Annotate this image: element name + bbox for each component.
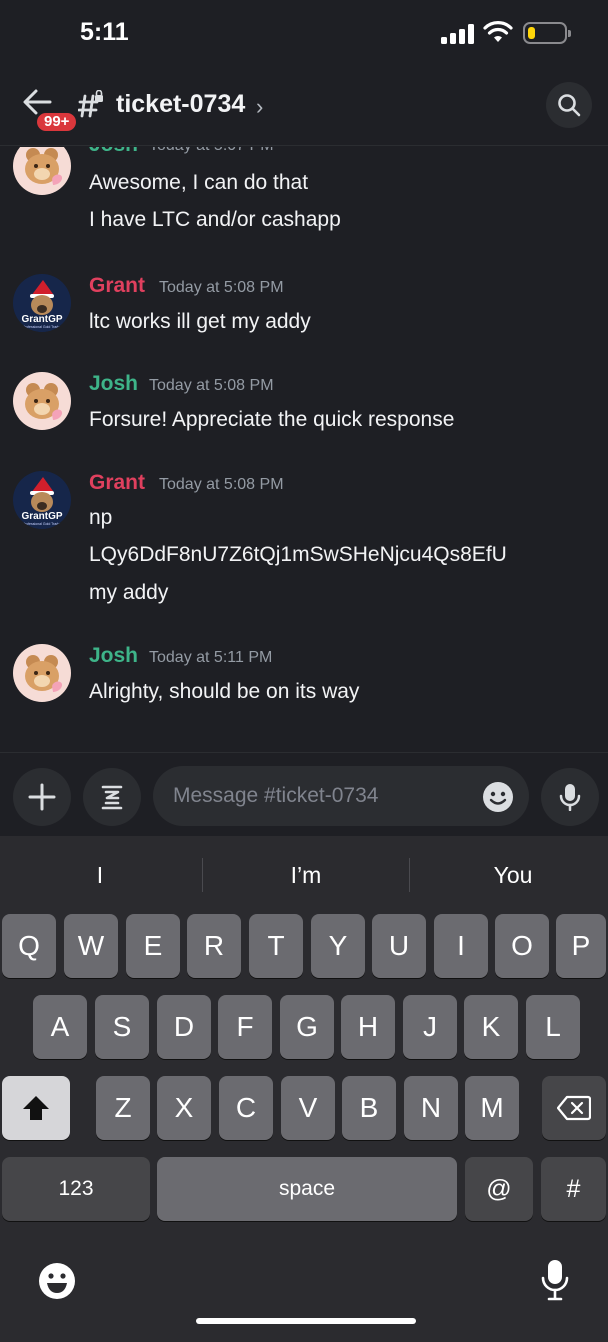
key-u[interactable]: U [372, 914, 426, 978]
grant-logo-text: GrantGP [21, 511, 62, 522]
message-timestamp: Today at 5:08 PM [149, 377, 274, 394]
message-timestamp: Today at 5:11 PM [149, 649, 273, 666]
message-input[interactable]: Message #ticket-0734 [153, 766, 529, 826]
suggestion-3[interactable]: You [413, 856, 608, 894]
key-y[interactable]: Y [311, 914, 365, 978]
key-a[interactable]: A [33, 995, 87, 1059]
status-time: 5:11 [80, 18, 129, 46]
suggestion-2[interactable]: I’m [206, 856, 406, 894]
bear-avatar-image [25, 148, 63, 185]
key-h[interactable]: H [341, 995, 395, 1059]
message-author[interactable]: Josh [89, 644, 138, 668]
avatar[interactable] [13, 644, 71, 702]
channel-header: 99+ ticket-0734 › [0, 70, 608, 146]
emoji-icon[interactable] [482, 781, 514, 813]
key-l[interactable]: L [526, 995, 580, 1059]
key-r[interactable]: R [187, 914, 241, 978]
message-text: Alrighty, should be on its way [89, 680, 360, 703]
message-text: Awesome, I can do that [89, 171, 309, 194]
shift-arrow-icon [23, 1096, 49, 1120]
keyboard-emoji-icon[interactable] [38, 1262, 76, 1300]
suggestion-1[interactable]: I [0, 856, 200, 894]
mic-icon [559, 784, 581, 811]
message-author[interactable]: Grant [89, 471, 145, 495]
message-text: np [89, 506, 113, 529]
key-v[interactable]: V [281, 1076, 335, 1140]
grant-avatar-image: GrantGP Professional Gold Trader [13, 471, 71, 529]
backspace-icon [556, 1095, 592, 1121]
wifi-icon [483, 21, 513, 42]
key-z[interactable]: Z [96, 1076, 150, 1140]
key-o[interactable]: O [495, 914, 549, 978]
search-icon [558, 94, 581, 117]
at-key[interactable]: @ [465, 1157, 533, 1221]
grant-logo-subtext: Professional Gold Trader [23, 325, 63, 329]
grant-logo-text: GrantGP [21, 314, 62, 325]
bear-avatar-image [25, 655, 63, 692]
key-s[interactable]: S [95, 995, 149, 1059]
avatar[interactable]: GrantGP Professional Gold Trader [13, 471, 71, 529]
unread-badge: 99+ [34, 110, 80, 134]
key-t[interactable]: T [249, 914, 303, 978]
key-w[interactable]: W [64, 914, 118, 978]
hash-key[interactable]: # [541, 1157, 606, 1221]
delete-key[interactable] [542, 1076, 606, 1140]
avatar[interactable]: GrantGP Professional Gold Trader [13, 274, 71, 332]
key-b[interactable]: B [342, 1076, 396, 1140]
key-p[interactable]: P [556, 914, 606, 978]
apps-icon [101, 785, 123, 810]
bear-avatar-image [25, 383, 63, 420]
onscreen-keyboard: I I’m You Q W E R T Y U I O P A S D F G … [0, 836, 608, 1342]
add-attachment-button[interactable] [13, 768, 71, 826]
message-timestamp: Today at 5:08 PM [159, 476, 284, 493]
key-j[interactable]: J [403, 995, 457, 1059]
cellular-signal-icon [441, 24, 475, 44]
message-composer: Message #ticket-0734 [0, 752, 608, 836]
message-author[interactable]: Josh [89, 147, 138, 157]
key-d[interactable]: D [157, 995, 211, 1059]
message-text: Forsure! Appreciate the quick response [89, 408, 455, 431]
key-f[interactable]: F [218, 995, 272, 1059]
message-text: my addy [89, 581, 169, 604]
plus-icon [28, 783, 56, 811]
key-q[interactable]: Q [2, 914, 56, 978]
message-input-placeholder: Message #ticket-0734 [173, 784, 379, 807]
key-e[interactable]: E [126, 914, 180, 978]
home-indicator[interactable] [196, 1318, 416, 1324]
message-timestamp: Today at 5:07 PM [149, 147, 274, 155]
key-n[interactable]: N [404, 1076, 458, 1140]
key-k[interactable]: K [464, 995, 518, 1059]
key-c[interactable]: C [219, 1076, 273, 1140]
battery-icon [523, 22, 571, 44]
voice-message-button[interactable] [541, 768, 599, 826]
status-bar: 5:11 [0, 0, 608, 70]
channel-name[interactable]: ticket-0734 [116, 90, 245, 119]
message-author[interactable]: Grant [89, 274, 145, 298]
numbers-key[interactable]: 123 [2, 1157, 150, 1221]
message-list[interactable]: Josh Today at 5:07 PM Awesome, I can do … [0, 147, 608, 752]
grant-logo-subtext: Professional Gold Trader [23, 522, 63, 526]
battery-level [528, 27, 535, 39]
dictation-mic-icon[interactable] [540, 1258, 570, 1302]
avatar[interactable] [13, 372, 71, 430]
message-timestamp: Today at 5:08 PM [159, 279, 284, 296]
key-x[interactable]: X [157, 1076, 211, 1140]
search-button[interactable] [546, 82, 592, 128]
chevron-right-icon[interactable]: › [256, 94, 263, 120]
message-author[interactable]: Josh [89, 372, 138, 396]
message-text: I have LTC and/or cashapp [89, 208, 341, 231]
shift-key[interactable] [2, 1076, 70, 1140]
hash-lock-icon [78, 90, 103, 118]
message-text: ltc works ill get my addy [89, 310, 311, 333]
grant-avatar-image: GrantGP Professional Gold Trader [13, 274, 71, 332]
apps-button[interactable] [83, 768, 141, 826]
space-key[interactable]: space [157, 1157, 457, 1221]
avatar[interactable] [13, 147, 71, 195]
key-i[interactable]: I [434, 914, 488, 978]
message-text: LQy6DdF8nU7Z6tQj1mSwSHeNjcu4Qs8EfU [89, 543, 507, 566]
key-m[interactable]: M [465, 1076, 519, 1140]
key-g[interactable]: G [280, 995, 334, 1059]
